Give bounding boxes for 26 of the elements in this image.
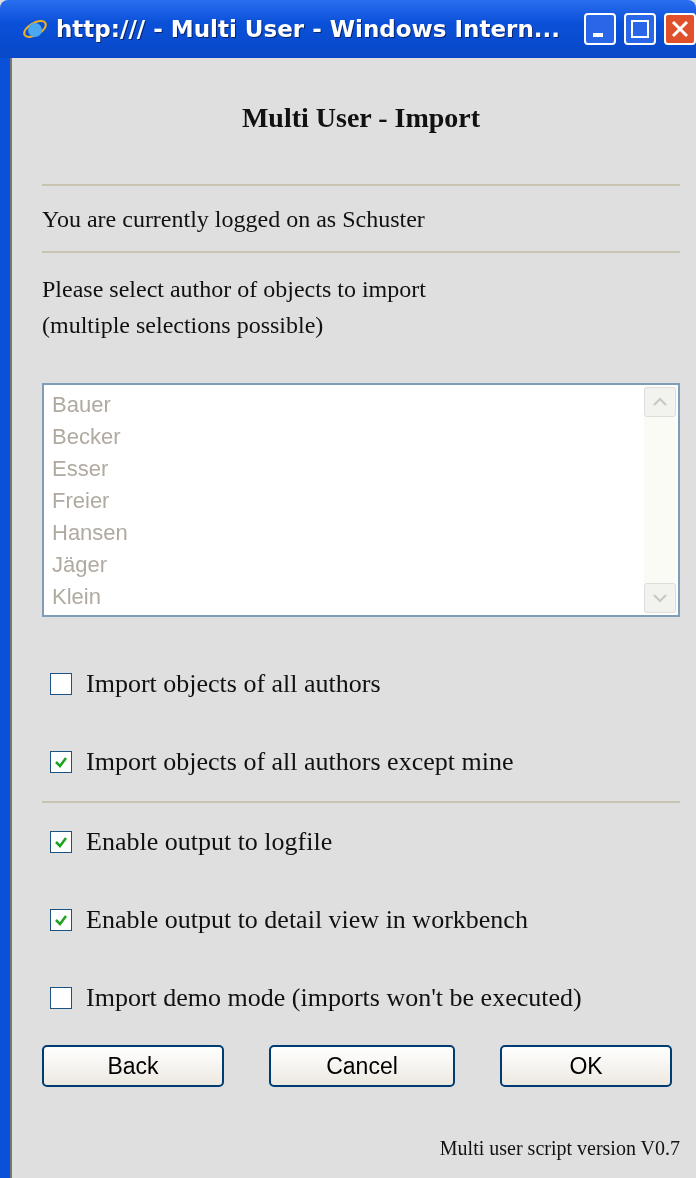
checkbox-label[interactable]: Import objects of all authors except mine <box>86 747 514 777</box>
checkbox[interactable] <box>50 831 72 853</box>
check-icon <box>54 755 68 769</box>
minimize-button[interactable] <box>584 13 616 45</box>
checkbox[interactable] <box>50 751 72 773</box>
checkbox-label[interactable]: Enable output to detail view in workbench <box>86 905 528 935</box>
checkbox[interactable] <box>50 987 72 1009</box>
checkbox-label[interactable]: Import objects of all authors <box>86 669 381 699</box>
maximize-button[interactable] <box>624 13 656 45</box>
window-title: http:/// - Multi User - Windows Intern... <box>56 16 561 42</box>
close-button[interactable] <box>664 13 696 45</box>
checkbox-label[interactable]: Enable output to logfile <box>86 827 333 857</box>
check-icon <box>54 835 68 849</box>
checkbox[interactable] <box>50 909 72 931</box>
checkbox-label[interactable]: Import demo mode (imports won't be executed) <box>86 983 582 1013</box>
instruction-text: (multiple selections possible) <box>42 311 325 340</box>
minimize-icon <box>593 33 603 37</box>
login-text: You are currently logged on as Schuster <box>42 206 426 233</box>
dialog-button[interactable]: Back <box>42 1045 224 1087</box>
version-text: Multi user script version V0.7 <box>438 1137 680 1160</box>
checkbox[interactable] <box>50 673 72 695</box>
instruction-text: Please select author of objects to import <box>42 275 427 304</box>
check-icon <box>54 913 68 927</box>
dialog-button[interactable]: OK <box>500 1045 672 1087</box>
dialog-button[interactable]: Cancel <box>269 1045 455 1087</box>
page-heading: Multi User - Import <box>240 102 482 134</box>
